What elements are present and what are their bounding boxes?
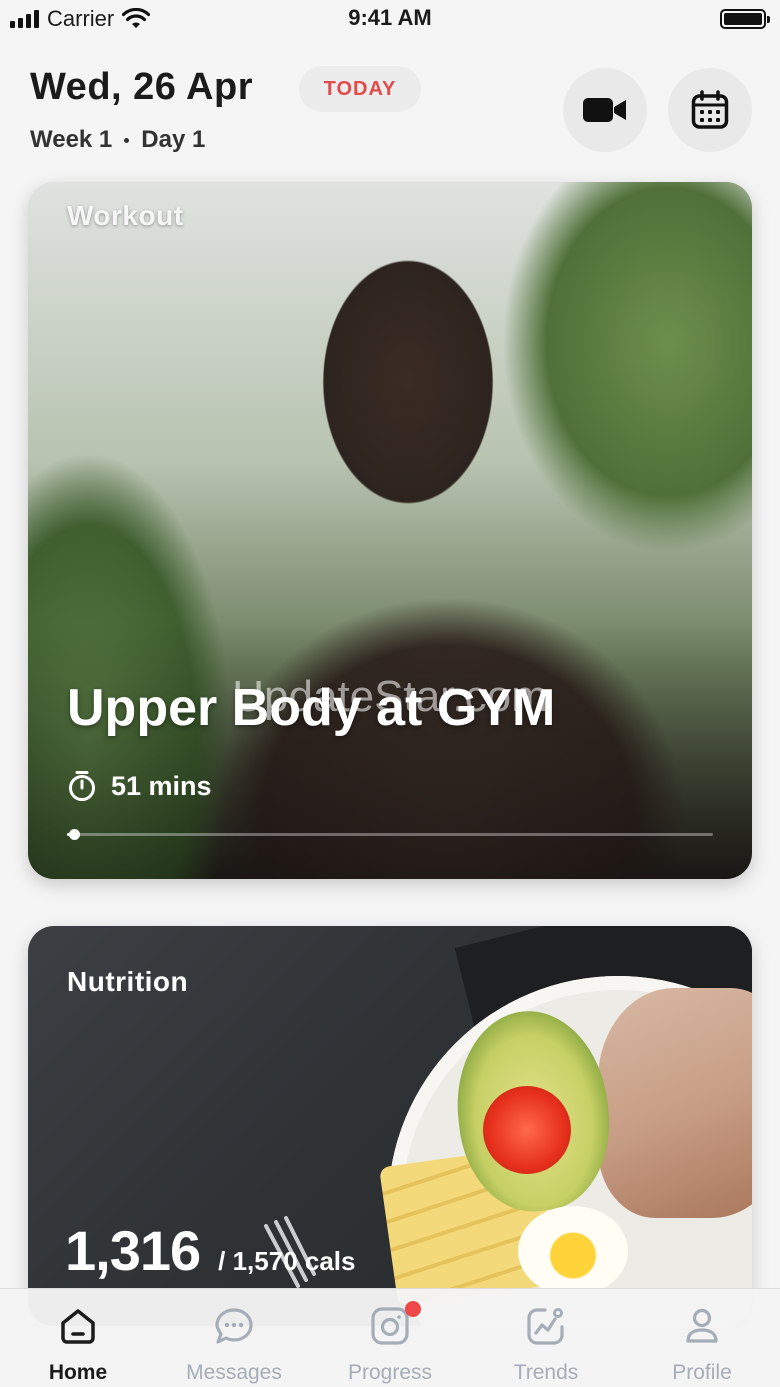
workout-card[interactable]: Workout Upper Body at GYM 51 mins (28, 182, 752, 879)
status-time: 9:41 AM (348, 5, 432, 30)
week-day-label: Week 1 Day 1 (30, 126, 205, 154)
chat-bubble-icon (215, 1308, 253, 1344)
tab-progress[interactable]: Progress (312, 1289, 468, 1387)
stopwatch-icon (69, 771, 95, 801)
workout-image-shade (28, 619, 752, 879)
home-icon (61, 1309, 95, 1344)
calendar-button[interactable] (668, 68, 752, 152)
day-label: Day 1 (141, 126, 206, 153)
tab-messages-label: Messages (186, 1361, 282, 1384)
page-title-date: Wed, 26 Apr (30, 66, 253, 108)
workout-progress-bar (67, 829, 713, 840)
calendar-icon (691, 90, 729, 129)
workout-duration: 51 mins (67, 770, 212, 802)
duration-text: 51 mins (111, 770, 212, 801)
calories-consumed: 1,316 (65, 1219, 201, 1282)
calories-summary: 1,316 / 1,570 cals (65, 1218, 355, 1283)
separator-dot (124, 137, 130, 143)
video-button[interactable] (563, 68, 647, 152)
video-camera-icon (583, 98, 626, 122)
egg-image (518, 1206, 628, 1296)
calories-target: / 1,570 cals (218, 1246, 356, 1276)
tab-progress-label: Progress (347, 1361, 433, 1384)
today-button[interactable]: TODAY (299, 66, 421, 112)
turkey-slices-image (598, 988, 752, 1218)
header: Wed, 26 Apr TODAY Week 1 Day 1 (0, 40, 780, 180)
tab-home-label: Home (48, 1361, 108, 1384)
tab-trends[interactable]: Trends (468, 1289, 624, 1387)
week-label: Week 1 (30, 126, 113, 153)
tab-profile-label: Profile (672, 1361, 732, 1384)
trend-chart-icon (527, 1308, 564, 1345)
tab-trends-label: Trends (513, 1361, 579, 1384)
battery-icon (720, 9, 770, 29)
watermark: UpdateStar.com (232, 672, 548, 721)
tab-messages[interactable]: Messages (156, 1289, 312, 1387)
workout-label: Workout (67, 200, 184, 231)
tomato-image (483, 1086, 571, 1174)
nutrition-card[interactable]: Nutrition 1,316 / 1,570 cals (28, 926, 752, 1326)
tab-bar: Home Messages Progress Trends Profile (0, 1288, 780, 1387)
status-bar: Carrier 9:41 AM (0, 0, 780, 38)
tab-home[interactable]: Home (0, 1289, 156, 1387)
tab-profile[interactable]: Profile (624, 1289, 780, 1387)
person-icon (686, 1308, 718, 1343)
progress-notification-dot (405, 1301, 421, 1317)
nutrition-label: Nutrition (67, 966, 189, 997)
